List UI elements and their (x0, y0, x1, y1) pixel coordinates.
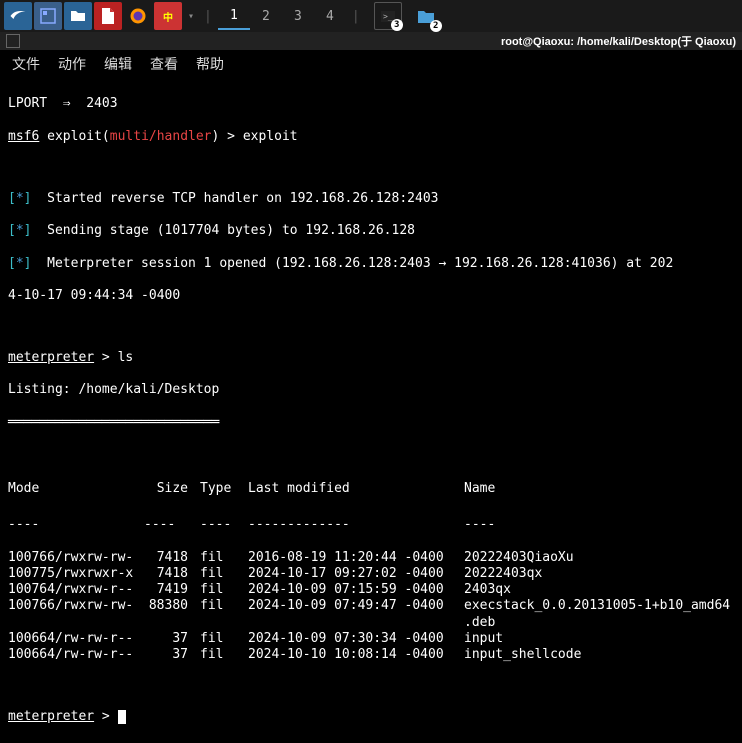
workspace-2[interactable]: 2 (250, 2, 282, 30)
menubar: 文件动作编辑查看帮助 (0, 50, 742, 78)
meterpreter-prompt: meterpreter > ls (8, 350, 734, 366)
meterpreter-prompt[interactable]: meterpreter > (8, 709, 734, 725)
menu-文件[interactable]: 文件 (12, 54, 40, 74)
menu-帮助[interactable]: 帮助 (196, 54, 224, 74)
terminal-icon (6, 34, 20, 48)
listing-rule: ═══════════════════════════ (8, 415, 734, 431)
workspace-icon[interactable] (34, 2, 62, 30)
table-row: 100766/rwxrw-rw-88380fil2024-10-09 07:49… (8, 598, 734, 631)
workspace-1[interactable]: 1 (218, 2, 250, 30)
table-row: 100664/rw-rw-r--37fil2024-10-09 07:30:34… (8, 631, 734, 647)
window-title: root@Qiaoxu: /home/kali/Desktop(于 Qiaoxu… (501, 33, 736, 49)
menu-编辑[interactable]: 编辑 (104, 54, 132, 74)
firefox-icon[interactable] (124, 2, 152, 30)
taskbar: 中 ▾ | 1234 | >_ 3 2 (0, 0, 742, 32)
output-line: 4-10-17 09:44:34 -0400 (8, 288, 734, 304)
listing-header: Listing: /home/kali/Desktop (8, 382, 734, 398)
window-titlebar: root@Qiaoxu: /home/kali/Desktop(于 Qiaoxu… (0, 32, 742, 50)
menu-动作[interactable]: 动作 (58, 54, 86, 74)
chevron-down-icon[interactable]: ▾ (184, 11, 198, 22)
task-badge: 2 (430, 20, 442, 32)
folder-task-icon[interactable]: 2 (412, 2, 440, 30)
document-icon[interactable] (94, 2, 122, 30)
task-badge: 3 (391, 19, 403, 31)
output-line: [*] Meterpreter session 1 opened (192.16… (8, 256, 734, 272)
table-row: 100764/rwxrw-r--7419fil2024-10-09 07:15:… (8, 582, 734, 598)
svg-text:>_: >_ (383, 12, 393, 21)
table-row: 100664/rw-rw-r--37fil2024-10-10 10:08:14… (8, 647, 734, 663)
table-header: ModeSizeTypeLast modifiedName (8, 481, 734, 497)
cursor (118, 710, 126, 724)
language-icon[interactable]: 中 (154, 2, 182, 30)
output-line: [*] Started reverse TCP handler on 192.1… (8, 191, 734, 207)
workspace-4[interactable]: 4 (314, 2, 346, 30)
workspace-3[interactable]: 3 (282, 2, 314, 30)
terminal-task-icon[interactable]: >_ 3 (374, 2, 402, 30)
msf-prompt: msf6 exploit(multi/handler) > exploit (8, 129, 734, 145)
output-line: [*] Sending stage (1017704 bytes) to 192… (8, 223, 734, 239)
terminal-output[interactable]: LPORT ⇒ 2403 msf6 exploit(multi/handler)… (0, 78, 742, 743)
kali-menu-icon[interactable] (4, 2, 32, 30)
table-header-rule: -------- --------------------- (8, 517, 734, 533)
table-row: 100766/rwxrw-rw-7418fil2016-08-19 11:20:… (8, 550, 734, 566)
file-manager-icon[interactable] (64, 2, 92, 30)
table-row: 100775/rwxrwxr-x7418fil2024-10-17 09:27:… (8, 566, 734, 582)
menu-查看[interactable]: 查看 (150, 54, 178, 74)
output-line: LPORT ⇒ 2403 (8, 96, 734, 112)
